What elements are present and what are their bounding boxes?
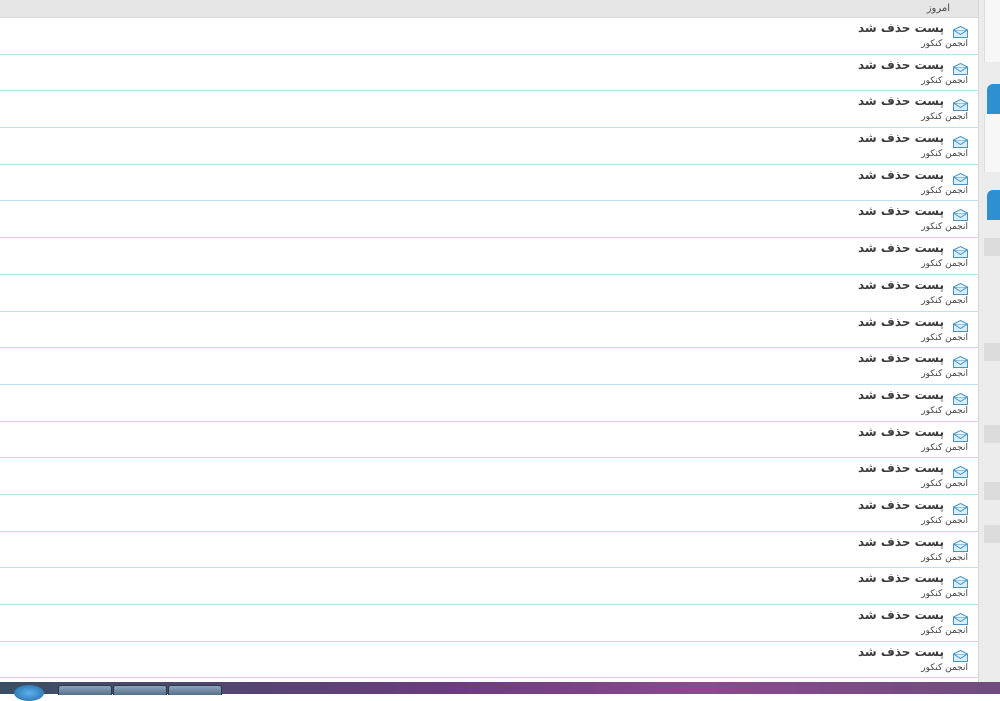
envelope-open-icon [953,170,968,185]
envelope-open-icon [953,60,968,75]
notification-rows: پست حذف شد انجمن کنکور پست حذف شد انجمن کنک… [0,18,978,679]
notification-row[interactable]: پست حذف شد انجمن کنکور [0,422,978,459]
notification-row[interactable]: پست حذف شد انجمن کنکور [0,201,978,239]
envelope-open-icon [953,206,968,222]
notification-title[interactable]: پست حذف شد [858,608,944,622]
notification-row[interactable]: پست حذف شد انجمن کنکور [0,642,978,679]
notification-row[interactable]: پست حذف شد انجمن کنکور [0,605,978,642]
envelope-open-icon [953,96,968,112]
notification-row[interactable]: پست حذف شد انجمن کنکور [0,91,978,129]
notification-row[interactable]: پست حذف شد انجمن کنکور [0,458,978,495]
sidebar-stripe [984,343,1000,361]
envelope-open-icon [953,390,968,405]
envelope-open-icon [953,133,968,149]
notification-forum-name: انجمن کنکور [921,112,968,123]
notification-row[interactable]: پست حذف شد انجمن کنکور [0,568,978,605]
notification-title[interactable]: پست حذف شد [858,351,944,365]
sidebar-card [984,0,1000,62]
envelope-open-icon [953,610,968,625]
notification-forum-name: انجمن کنکور [921,515,968,526]
notification-forum-name: انجمن کنکور [921,39,968,49]
notification-row[interactable]: پست حذف شد انجمن کنکور [0,18,978,55]
notification-title[interactable]: پست حذف شد [858,131,944,145]
notification-forum-name: انجمن کنکور [921,149,968,160]
section-header-today: امروز [0,0,978,18]
envelope-open-icon [953,647,968,662]
envelope-open-icon [953,463,968,479]
notification-title[interactable]: پست حذف شد [858,168,944,182]
envelope-open-icon [953,573,968,589]
notification-title[interactable]: پست حذف شد [858,461,944,475]
notification-forum-name: انجمن کنکور [921,369,968,380]
notification-title[interactable]: پست حذف شد [858,278,944,292]
sidebar-stripe [984,482,1000,500]
section-header-label: امروز [926,3,950,14]
sidebar-card [984,114,1000,172]
envelope-open-icon [953,537,968,552]
notification-row[interactable]: پست حذف شد انجمن کنکور [0,128,978,165]
envelope-open-icon [953,317,968,332]
notification-title[interactable]: پست حذف شد [858,388,944,402]
taskbar [0,682,1000,701]
notification-title[interactable]: پست حذف شد [858,571,944,585]
notification-forum-name: انجمن کنکور [921,185,968,196]
sidebar-stripe [984,425,1000,443]
notification-row[interactable]: پست حذف شد انجمن کنکور [0,385,978,422]
envelope-open-icon [953,243,968,259]
notification-title[interactable]: پست حذف شد [858,58,944,72]
notification-title[interactable]: پست حذف شد [858,425,944,439]
notification-title[interactable]: پست حذف شد [858,535,944,549]
notification-title[interactable]: پست حذف شد [858,315,944,329]
envelope-open-icon [953,280,968,295]
notification-forum-name: انجمن کنکور [921,552,968,563]
envelope-open-icon [953,500,968,515]
notification-forum-name: انجمن کنکور [921,222,968,233]
notification-forum-name: انجمن کنکور [921,442,968,453]
notification-row[interactable]: پست حذف شد انجمن کنکور [0,348,978,385]
notification-forum-name: انجمن کنکور [921,332,968,343]
notification-title[interactable]: پست حذف شد [858,241,944,255]
start-button[interactable] [14,685,44,701]
sidebar-tab[interactable] [987,190,1000,220]
notification-forum-name: انجمن کنکور [921,405,968,416]
notification-forum-name: انجمن کنکور [921,295,968,306]
envelope-open-icon [953,427,968,442]
envelope-open-icon [953,353,968,369]
notification-title[interactable]: پست حذف شد [858,21,944,35]
notification-row[interactable]: پست حذف شد انجمن کنکور [0,165,978,202]
right-sidebar [979,0,1000,682]
sidebar-tab[interactable] [987,84,1000,114]
envelope-open-icon [953,23,968,38]
notification-forum-name: انجمن کنکور [921,479,968,490]
notification-forum-name: انجمن کنکور [921,626,968,636]
notification-title[interactable]: پست حذف شد [858,498,944,512]
notification-row[interactable]: پست حذف شد انجمن کنکور [0,495,978,532]
notification-forum-name: انجمن کنکور [921,259,968,270]
sidebar-stripe [984,525,1000,543]
notification-title[interactable]: پست حذف شد [858,645,944,659]
notification-title[interactable]: پست حذف شد [858,204,944,218]
notification-row[interactable]: پست حذف شد انجمن کنکور [0,532,978,569]
notification-row[interactable]: پست حذف شد انجمن کنکور [0,55,978,92]
notification-list: امروز پست حذف شد انجمن کنکور پست حذف شد انج… [0,0,979,682]
notification-row[interactable]: پست حذف شد انجمن کنکور [0,238,978,275]
notification-forum-name: انجمن کنکور [921,589,968,600]
notification-row[interactable]: پست حذف شد انجمن کنکور [0,312,978,349]
notification-forum-name: انجمن کنکور [921,75,968,86]
notification-title[interactable]: پست حذف شد [858,94,944,108]
notification-row[interactable]: پست حذف شد انجمن کنکور [0,275,978,312]
sidebar-stripe [984,238,1000,256]
notification-forum-name: انجمن کنکور [921,662,968,673]
